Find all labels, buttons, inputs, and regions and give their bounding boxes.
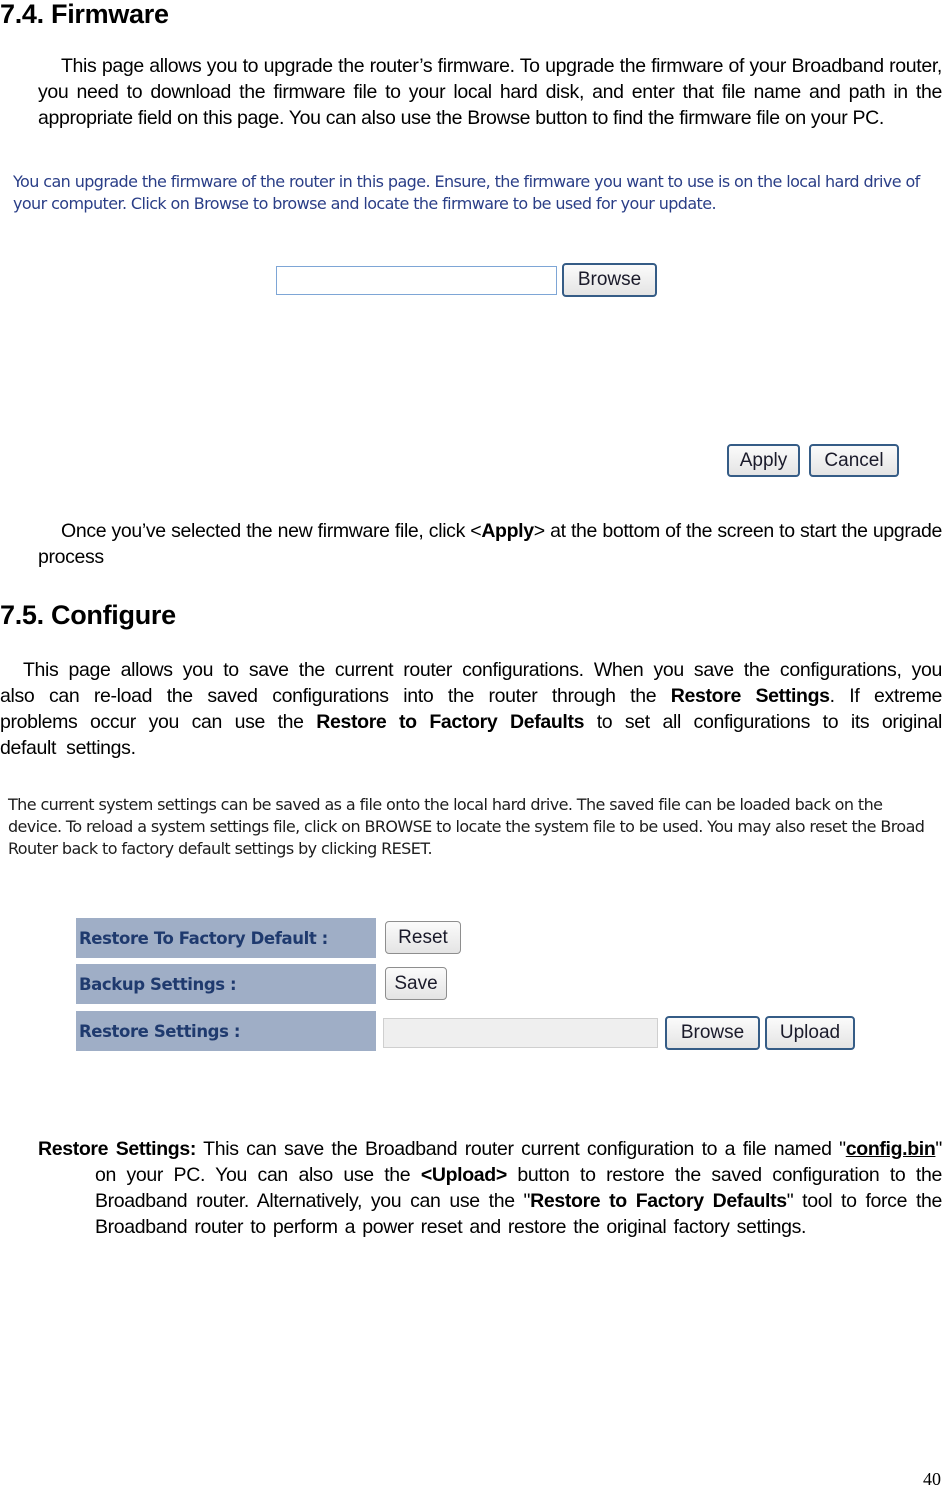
restore-settings-note: Restore Settings: This can save the Broa… (38, 1136, 942, 1240)
firmware-after-text: Once you’ve selected the new firmware fi… (38, 518, 942, 570)
reset-button[interactable]: Reset (385, 921, 461, 954)
note-factory: Restore to Factory Defaults (530, 1190, 787, 1212)
after-text-apply: Apply (481, 520, 534, 542)
restore-file-input[interactable] (383, 1018, 658, 1048)
upload-button[interactable]: Upload (765, 1016, 855, 1050)
note-term: Restore Settings: (38, 1138, 196, 1160)
cancel-button[interactable]: Cancel (809, 444, 899, 477)
restore-browse-button[interactable]: Browse (665, 1016, 760, 1050)
heading-configure: 7.5. Configure (0, 600, 176, 630)
note-t1: This can save the Broadband router curre… (195, 1138, 846, 1160)
label-backup-settings: Backup Settings : (76, 964, 376, 1004)
configure-description: The current system settings can be saved… (8, 795, 925, 858)
firmware-description: You can upgrade the firmware of the rout… (13, 172, 920, 213)
firmware-file-input[interactable] (276, 266, 557, 295)
save-button[interactable]: Save (385, 967, 447, 1000)
intro-restore-settings: Restore Settings (670, 685, 830, 707)
label-restore-factory-default: Restore To Factory Default : (76, 918, 376, 958)
note-upload: <Upload> (420, 1164, 507, 1186)
apply-button[interactable]: Apply (727, 444, 800, 477)
configure-intro: This page allows you to save the current… (0, 657, 942, 761)
note-filename: config.bin (845, 1138, 936, 1160)
firmware-intro: This page allows you to upgrade the rout… (38, 55, 942, 129)
firmware-browse-button[interactable]: Browse (562, 263, 657, 297)
page-number: 40 (923, 1469, 941, 1489)
heading-firmware: 7.4. Firmware (0, 0, 169, 29)
label-restore-settings: Restore Settings : (76, 1011, 376, 1051)
intro-factory-defaults: Restore to Factory Defaults (316, 711, 585, 733)
after-text-part1: Once you’ve selected the new firmware fi… (61, 520, 482, 542)
